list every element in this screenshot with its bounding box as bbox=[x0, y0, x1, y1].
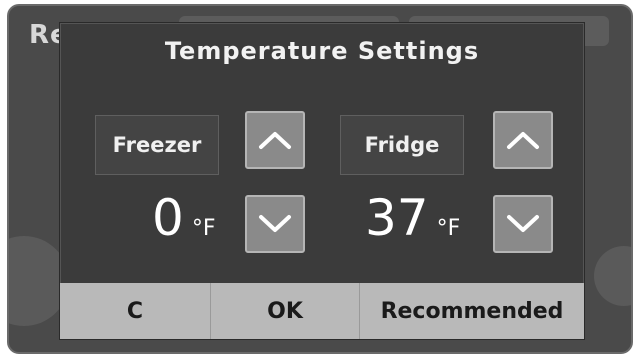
chevron-up-icon bbox=[259, 132, 291, 149]
fridge-temperature-value: 37 bbox=[365, 189, 429, 247]
freezer-temperature-value: 0 bbox=[152, 189, 184, 247]
temperature-settings-dialog: Temperature Settings Freezer 0 °F Fridge… bbox=[59, 22, 585, 340]
freezer-decrease-button[interactable] bbox=[245, 195, 305, 253]
fridge-label: Fridge bbox=[340, 115, 464, 175]
fridge-increase-button[interactable] bbox=[493, 111, 553, 169]
chevron-up-icon bbox=[507, 132, 539, 149]
ok-button[interactable]: OK bbox=[210, 283, 360, 339]
freezer-temperature: 0 °F bbox=[152, 189, 215, 259]
background-decoration bbox=[594, 246, 631, 306]
chevron-down-icon bbox=[259, 215, 291, 232]
recommended-button[interactable]: Recommended bbox=[360, 283, 584, 339]
celsius-button[interactable]: C bbox=[60, 283, 210, 339]
freezer-increase-button[interactable] bbox=[245, 111, 305, 169]
fridge-temperature-unit: °F bbox=[436, 216, 461, 241]
freezer-temperature-unit: °F bbox=[191, 216, 216, 241]
freezer-label: Freezer bbox=[95, 115, 219, 175]
fridge-decrease-button[interactable] bbox=[493, 195, 553, 253]
dialog-footer: C OK Recommended bbox=[60, 283, 584, 339]
chevron-down-icon bbox=[507, 215, 539, 232]
fridge-temperature: 37 °F bbox=[365, 189, 460, 259]
dialog-title: Temperature Settings bbox=[164, 37, 480, 65]
